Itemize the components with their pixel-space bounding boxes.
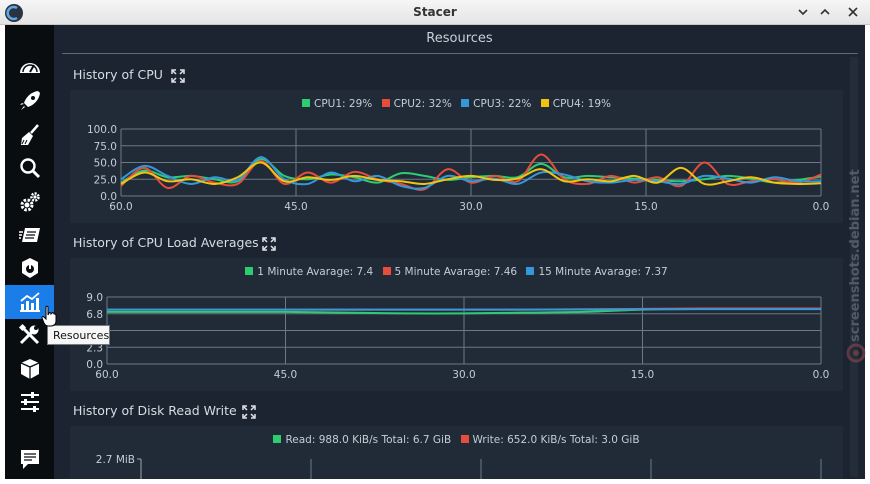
tools-icon [18,323,39,345]
title-bar: Stacer [0,0,870,25]
minimize-icon[interactable] [796,5,810,19]
rocket-icon [19,91,40,110]
title-divider [62,53,858,54]
disk-history-chart: 2.7 MiB [96,454,822,479]
y-tick-label: 6.8 [86,309,103,321]
y-tick-label: 75.0 [94,141,117,153]
nav-search[interactable] [5,151,54,185]
hand-cursor-icon [41,305,57,327]
nav-apt-repository[interactable] [5,352,54,386]
cpu-history-chart: 0.025.050.075.0100.060.0 45.0 30.0 15.0 0.0 [87,124,830,213]
package-icon [20,359,39,379]
nav-system-cleaner[interactable] [5,118,54,152]
series-line [107,308,821,311]
load-history-chart: 0.02.34.56.89.060.045.030.015.00.0 [86,292,830,381]
disk-chart-panel: Read: 988.0 KiB/s Total: 6.7 GiB Write: … [70,426,843,479]
resources-page: Resources History of CPU CPU1: 29% CPU2:… [54,25,865,479]
chart-icon [19,292,40,312]
sliders-icon [20,392,39,412]
load-history-title: History of CPU Load Averages [73,235,259,250]
y-tick-label: 50.0 [94,158,117,170]
processes-icon [18,228,40,242]
speedometer-icon [19,63,40,73]
x-tick-label: 30.0 [452,369,475,381]
x-tick-label: 60.0 [109,201,132,213]
uninstaller-icon [21,258,38,278]
window-title: Stacer [413,5,457,19]
nav-feedback[interactable] [5,442,54,476]
nav-services[interactable] [5,185,54,219]
cpu-history-title: History of CPU [73,67,163,82]
expand-icon[interactable] [171,69,185,83]
nav-uninstaller[interactable] [5,251,54,285]
resources-tooltip: Resources [47,325,110,345]
x-tick-label: 15.0 [631,369,654,381]
nav-settings[interactable] [5,385,54,419]
nav-dashboard[interactable] [5,51,54,85]
load-chart-panel: 1 Minute Avarage: 7.4 5 Minute Avarage: … [70,258,843,391]
debian-swirl-icon [846,343,866,363]
gears-icon [20,192,40,212]
close-icon[interactable] [846,5,860,19]
expand-icon[interactable] [262,237,276,251]
x-tick-label: 45.0 [274,369,297,381]
x-tick-label: 0.0 [813,201,830,213]
search-icon [19,158,40,179]
watermark: screenshots.debian.net [848,169,863,342]
sidebar [5,25,54,479]
y-tick-label: 2.7 MiB [96,454,135,466]
y-tick-label: 100.0 [87,124,117,136]
y-tick-label: 25.0 [94,174,117,186]
y-tick-label: 9.0 [86,292,103,304]
x-tick-label: 15.0 [634,201,657,213]
page-title: Resources [426,31,493,46]
x-tick-label: 45.0 [284,201,307,213]
expand-icon[interactable] [242,405,256,419]
broom-icon [20,124,39,145]
nav-startup-apps[interactable] [5,84,54,118]
x-tick-label: 30.0 [459,201,482,213]
maximize-icon[interactable] [818,5,832,19]
feedback-icon [20,450,39,469]
x-tick-label: 60.0 [95,369,118,381]
disk-history-title: History of Disk Read Write [73,403,237,418]
cpu-chart-panel: CPU1: 29% CPU2: 32% CPU3: 22% CPU4: 19% … [70,90,843,223]
nav-processes[interactable] [5,218,54,252]
x-tick-label: 0.0 [813,369,830,381]
